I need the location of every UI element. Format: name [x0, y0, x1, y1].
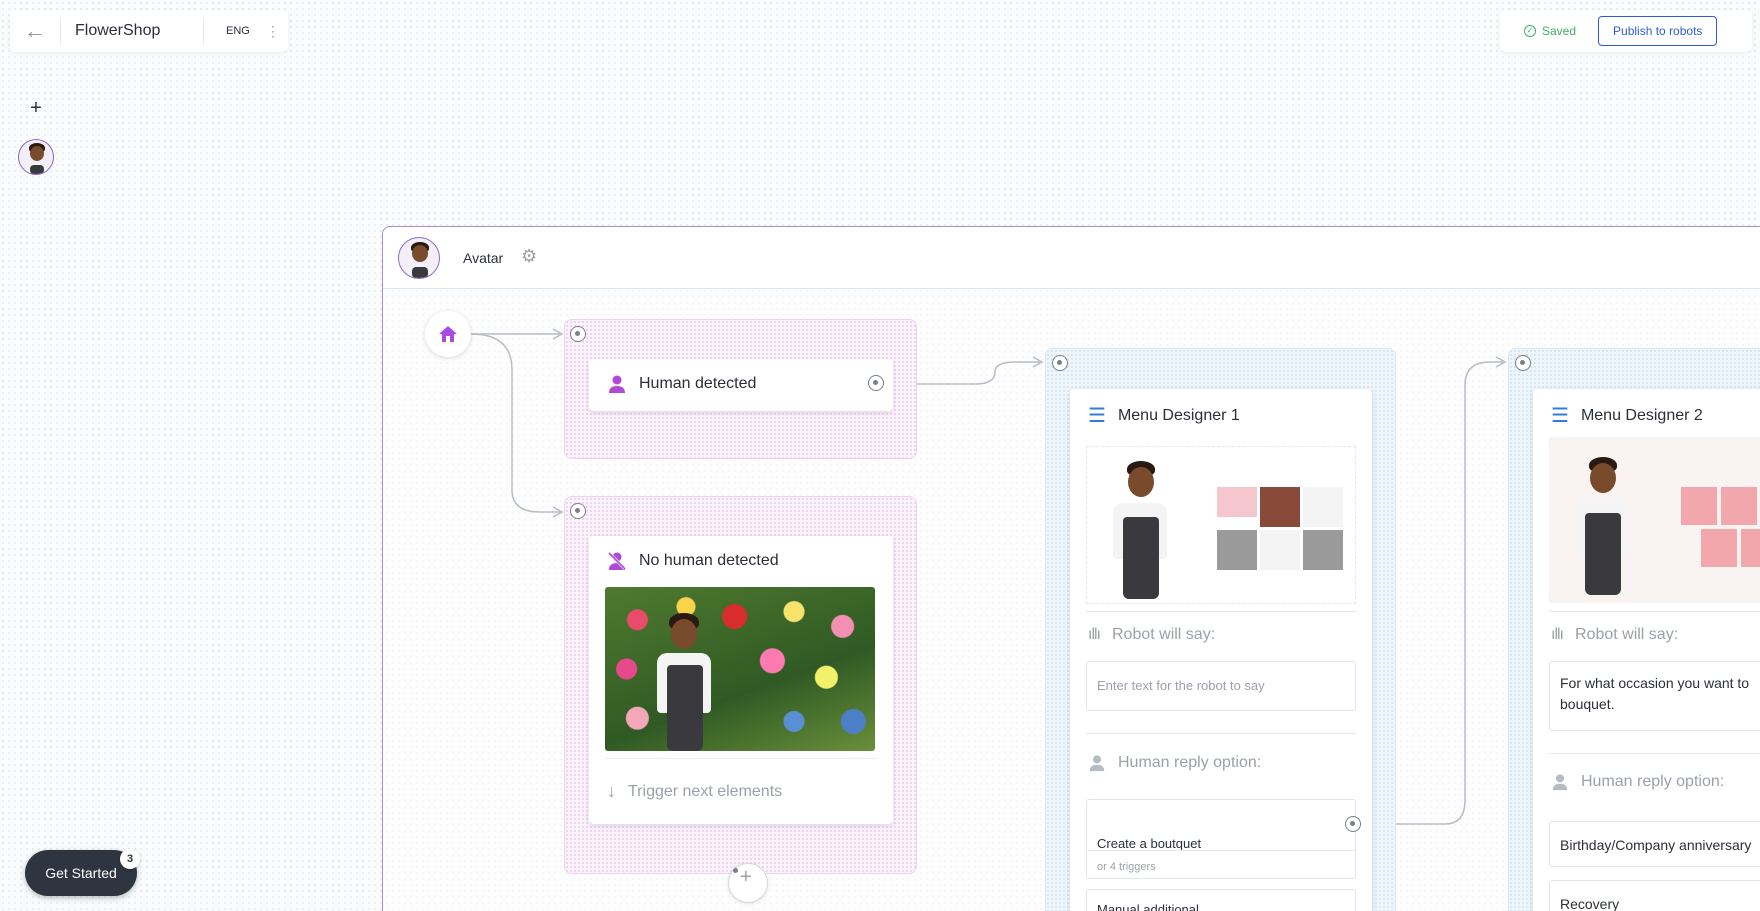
person-icon: [1552, 774, 1568, 791]
header-right-panel: ✓ Saved Publish to robots: [1500, 10, 1752, 52]
reply-option-label: Recovery: [1560, 896, 1620, 911]
reply-option-1[interactable]: Birthday/Company anniversary: [1549, 821, 1760, 867]
reply-option-label: Create a boutquet: [1097, 836, 1202, 851]
human-reply-header: Human reply option:: [1088, 754, 1261, 772]
robot-say-text: For what occasion you want to bouquet.: [1560, 675, 1750, 712]
trigger-label: Human detected: [639, 375, 757, 392]
robot-say-label: Robot will say:: [1112, 626, 1216, 643]
output-port[interactable]: [868, 375, 884, 391]
avatar[interactable]: [18, 139, 54, 175]
menu-preview-1: [1086, 446, 1356, 604]
input-port[interactable]: [570, 326, 586, 342]
menu-icon: ☰: [1551, 405, 1569, 427]
card-title: No human detected: [607, 551, 779, 571]
trigger-next[interactable]: ↓ Trigger next elements: [607, 781, 782, 802]
flower-shop-image: [605, 587, 875, 751]
more-options-icon[interactable]: ⋮: [266, 23, 280, 40]
saved-status: ✓ Saved: [1524, 24, 1576, 38]
human-reply-label: Human reply option:: [1118, 754, 1262, 771]
robot-say-header: ıllı Robot will say:: [1088, 626, 1215, 644]
audio-wave-icon: ıllı: [1088, 626, 1101, 643]
trigger-next-label: Trigger next elements: [628, 782, 783, 800]
saved-label: Saved: [1542, 24, 1577, 38]
reply-option-label: Birthday/Company anniversary: [1560, 837, 1752, 853]
input-port[interactable]: [1052, 355, 1068, 371]
divider: [1087, 850, 1355, 851]
output-port[interactable]: [1345, 816, 1361, 832]
input-port[interactable]: [1515, 355, 1531, 371]
reply-option-1[interactable]: Create a boutquet or 4 triggers: [1086, 799, 1356, 879]
robot-say-header: ıllı Robot will say:: [1551, 626, 1678, 644]
header-left-panel: ← FlowerShop ENG ⋮: [10, 10, 288, 52]
frame-avatar[interactable]: [398, 237, 440, 279]
person-icon: [1089, 755, 1105, 772]
trigger-card-human[interactable]: Human detected: [589, 359, 893, 411]
robot-say-input[interactable]: For what occasion you want to bouquet.: [1549, 661, 1760, 731]
reply-option-label: Manual additional...: [1097, 902, 1210, 911]
menu-title: Menu Designer 2: [1580, 406, 1703, 424]
divider: [1549, 611, 1760, 612]
notification-badge: 3: [120, 849, 140, 869]
trigger-label: No human detected: [639, 552, 779, 569]
reply-option-2[interactable]: Recovery: [1549, 880, 1760, 911]
publish-button[interactable]: Publish to robots: [1598, 16, 1718, 46]
robot-say-input[interactable]: Enter text for the robot to say: [1086, 661, 1356, 711]
gear-icon[interactable]: ⚙: [521, 246, 537, 267]
back-arrow-icon[interactable]: ←: [10, 10, 60, 52]
start-node[interactable]: [425, 311, 471, 357]
add-element-button[interactable]: +: [18, 90, 54, 126]
robot-say-placeholder: Enter text for the robot to say: [1097, 678, 1265, 693]
check-circle-icon: ✓: [1524, 25, 1536, 37]
input-port[interactable]: [570, 503, 586, 519]
person-icon: [609, 375, 625, 393]
menu-card-1[interactable]: ☰ Menu Designer 1 ıllı Robot will say: E…: [1070, 389, 1372, 911]
menu-card-2[interactable]: ☰ Menu Designer 2 ıllı Robot will say: F…: [1533, 389, 1760, 911]
person-off-icon: [607, 551, 627, 571]
audio-wave-icon: ıllı: [1551, 626, 1564, 643]
human-reply-header: Human reply option:: [1551, 773, 1724, 791]
add-node-button[interactable]: [728, 863, 768, 903]
arrow-down-icon: ↓: [607, 781, 616, 801]
get-started-label: Get Started: [45, 865, 117, 881]
card-title: ☰ Menu Designer 1: [1088, 403, 1240, 428]
divider: [1549, 753, 1760, 754]
frame-header: Avatar ⚙: [383, 227, 1760, 289]
language-selector[interactable]: ENG: [226, 25, 250, 37]
divider: [1086, 733, 1356, 734]
divider: [1086, 611, 1356, 612]
app-title: FlowerShop: [75, 22, 161, 39]
human-reply-label: Human reply option:: [1581, 773, 1725, 790]
card-title: ☰ Menu Designer 2: [1551, 403, 1703, 428]
menu-preview-2: [1549, 437, 1760, 603]
reply-option-2[interactable]: Manual additional...: [1086, 889, 1356, 911]
robot-say-label: Robot will say:: [1575, 626, 1679, 643]
home-icon: [439, 326, 457, 342]
menu-icon: ☰: [1088, 405, 1106, 427]
menu-title: Menu Designer 1: [1117, 406, 1240, 424]
divider: [605, 758, 877, 759]
divider: [203, 19, 204, 43]
reply-option-sub: or 4 triggers: [1097, 861, 1156, 873]
card-title: Human detected: [607, 374, 756, 394]
frame-title: Avatar: [463, 250, 504, 266]
